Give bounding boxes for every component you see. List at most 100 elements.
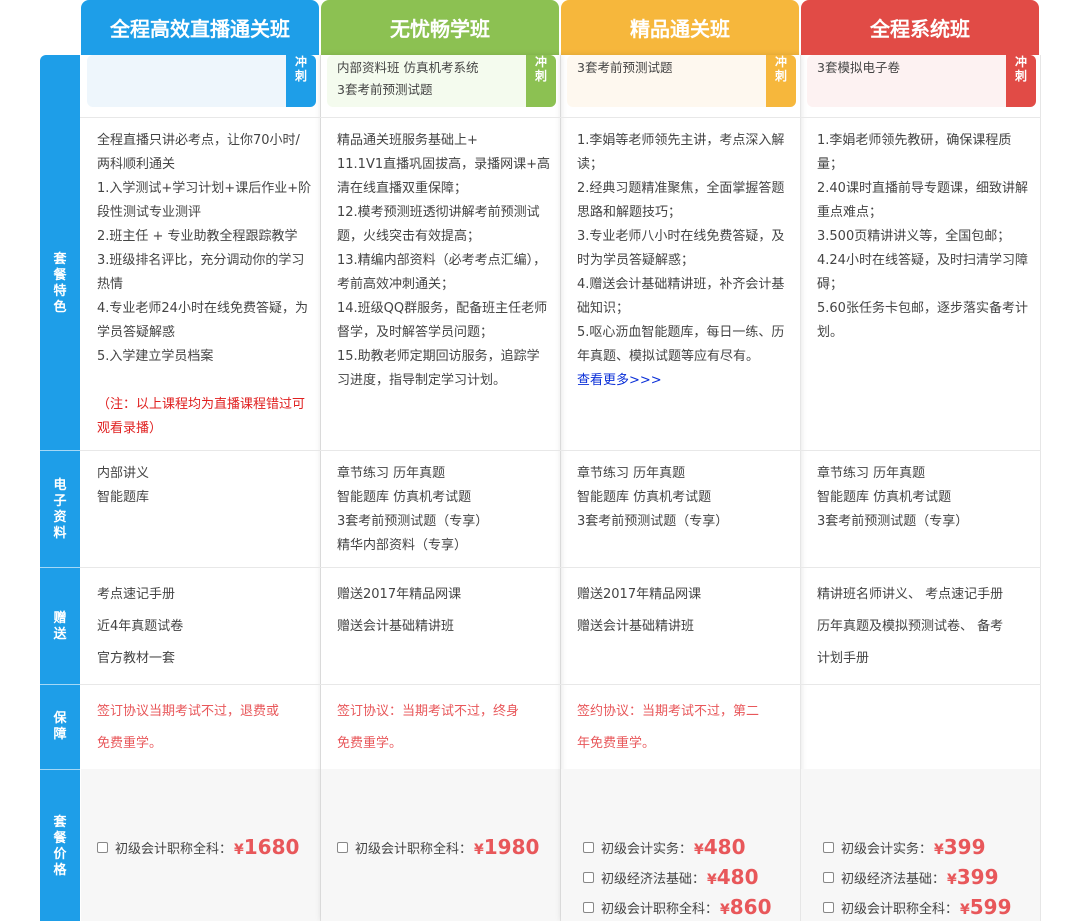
price-value: ¥480 (707, 865, 759, 889)
promo-box: 3套模拟电子卷 冲刺 (807, 55, 1036, 107)
materials-cell: 章节练习 历年真题 智能题库 仿真机考试题 3套考前预测试题（专享） (577, 462, 792, 534)
gift-item: 赠送2017年精品网课 (577, 587, 702, 602)
feature-item: 3.班级排名评比，充分调动你的学习热情 (97, 253, 305, 292)
plan-tab-1[interactable]: 全程高效直播通关班 (81, 0, 319, 55)
price-value: ¥1980 (474, 835, 540, 859)
price-option[interactable]: 初级会计实务： ¥480 (583, 835, 746, 859)
features-cell: 精品通关班服务基础上+ 11.1V1直播巩固拔高，录播网课+高清在线直播双重保障；… (337, 129, 552, 393)
promo-line: 3套考前预测试题 (577, 60, 673, 75)
price-label: 初级会计职称全科： (355, 841, 473, 857)
price-option[interactable]: 初级会计职称全科： ¥1980 (337, 835, 539, 859)
price-checkbox[interactable] (823, 871, 834, 883)
guarantee-text: 年免费重学。 (577, 736, 656, 751)
features-cell: 全程直播只讲必考点，让你70小时/两科顺利通关 1.入学测试+学习计划+课后作业+… (97, 129, 312, 441)
price-value: ¥399 (947, 865, 999, 889)
price-checkbox[interactable] (97, 841, 108, 853)
promo-line: 内部资料班 仿真机考系统 (337, 60, 479, 75)
price-area: 初级会计实务： ¥399 初级经济法基础： ¥399 初级会计职称全科： ¥599 (801, 769, 1040, 921)
price-value: ¥860 (720, 895, 772, 919)
price-option[interactable]: 初级会计职称全科： ¥860 (583, 895, 772, 919)
feature-item: 2.40课时直播前导专题课，细致讲解重点难点； (817, 181, 1028, 220)
price-label: 初级会计职称全科： (841, 901, 959, 917)
see-more-link[interactable]: 查看更多>>> (577, 369, 792, 393)
price-checkbox[interactable] (583, 871, 594, 883)
price-area: 初级会计职称全科： ¥1680 (81, 769, 320, 921)
price-option[interactable]: 初级会计职称全科： ¥1680 (97, 835, 299, 859)
feature-item: 5.60张任务卡包邮，逐步落实备考计划。 (817, 301, 1028, 340)
price-option[interactable]: 初级经济法基础： ¥480 (583, 865, 759, 889)
price-label: 初级会计职称全科： (601, 901, 719, 917)
plan-column-4: 3套模拟电子卷 冲刺 1.李娟老师领先教研，确保课程质量； 2.40课时直播前导专题课… (801, 55, 1041, 921)
gifts-cell: 赠送2017年精品网课 赠送会计基础精讲班 (337, 579, 552, 643)
gift-item: 计划手册 (817, 651, 870, 666)
price-area: 初级会计实务： ¥480 初级经济法基础： ¥480 初级会计职称全科： ¥860 (561, 769, 800, 921)
promo-line: 3套模拟电子卷 (817, 60, 900, 75)
material-item: 精华内部资料（专享） (337, 538, 468, 553)
material-item: 3套考前预测试题（专享） (817, 514, 969, 529)
plan-column-1: 冲刺 全程直播只讲必考点，让你70小时/两科顺利通关 1.入学测试+学习计划+课后作… (81, 55, 321, 921)
guarantee-text: 签约协议：当期考试不过，第二 (577, 704, 760, 719)
plan-tab-3[interactable]: 精品通关班 (561, 0, 799, 55)
gift-item: 精讲班名师讲义、 考点速记手册 (817, 587, 1004, 602)
gifts-cell: 精讲班名师讲义、 考点速记手册 历年真题及模拟预测试卷、 备考 计划手册 (817, 579, 1032, 675)
material-item: 章节练习 历年真题 (337, 466, 446, 481)
feature-item: 11.1V1直播巩固拔高，录播网课+高清在线直播双重保障； (337, 157, 551, 196)
price-value: ¥1680 (234, 835, 300, 859)
feature-item: 4.专业老师24小时在线免费答疑，为学员答疑解惑 (97, 301, 308, 340)
feature-item: 2.班主任 + 专业助教全程跟踪教学 (97, 229, 298, 244)
promo-box: 3套考前预测试题 冲刺 (567, 55, 796, 107)
material-item: 智能题库 (97, 490, 150, 505)
gifts-cell: 考点速记手册 近4年真题试卷 官方教材一套 (97, 579, 312, 675)
price-option[interactable]: 初级会计职称全科： ¥599 (823, 895, 1012, 919)
price-checkbox[interactable] (337, 841, 348, 853)
price-value: ¥599 (960, 895, 1012, 919)
feature-item: 4.赠送会计基础精讲班，补齐会计基础知识； (577, 277, 785, 316)
gift-item: 赠送会计基础精讲班 (577, 619, 695, 634)
gifts-cell: 赠送2017年精品网课 赠送会计基础精讲班 (577, 579, 792, 643)
price-checkbox[interactable] (823, 901, 834, 913)
promo-box: 内部资料班 仿真机考系统 3套考前预测试题 冲刺 (327, 55, 556, 107)
feature-item: 14.班级QQ群服务，配备班主任老师督学，及时解答学员问题； (337, 301, 548, 340)
material-item: 3套考前预测试题（专享） (337, 514, 489, 529)
price-label: 初级会计实务： (841, 841, 933, 857)
price-checkbox[interactable] (583, 901, 594, 913)
material-item: 章节练习 历年真题 (817, 466, 926, 481)
plan-tab-2[interactable]: 无忧畅学班 (321, 0, 559, 55)
row-label-price: 套餐价格 (53, 815, 67, 878)
sprint-badge: 冲刺 (1006, 55, 1036, 107)
price-option[interactable]: 初级会计实务： ¥399 (823, 835, 986, 859)
gift-item: 官方教材一套 (97, 651, 176, 666)
material-item: 智能题库 仿真机考试题 (337, 490, 472, 505)
feature-item: 2.经典习题精准聚焦，全面掌握答题思路和解题技巧； (577, 181, 785, 220)
price-value: ¥480 (694, 835, 746, 859)
price-label: 初级经济法基础： (601, 871, 706, 887)
row-header-sidebar: 套餐特色 电子资料 赠送 保障 套餐价格 (40, 55, 80, 921)
feature-item: 1.入学测试+学习计划+课后作业+阶段性测试专业测评 (97, 181, 312, 220)
sprint-badge: 冲刺 (766, 55, 796, 107)
feature-item: 3.专业老师八小时在线免费答疑，及时为学员答疑解惑； (577, 229, 785, 268)
price-option[interactable]: 初级经济法基础： ¥399 (823, 865, 999, 889)
material-item: 智能题库 仿真机考试题 (577, 490, 712, 505)
price-checkbox[interactable] (823, 841, 834, 853)
guarantee-text: 免费重学。 (337, 736, 403, 751)
gift-item: 考点速记手册 (97, 587, 176, 602)
material-item: 智能题库 仿真机考试题 (817, 490, 952, 505)
gift-item: 近4年真题试卷 (97, 619, 184, 634)
plan-tab-4[interactable]: 全程系统班 (801, 0, 1039, 55)
guarantee-text: 签订协议：当期考试不过，终身 (337, 704, 520, 719)
price-label: 初级经济法基础： (841, 871, 946, 887)
price-checkbox[interactable] (583, 841, 594, 853)
materials-cell: 章节练习 历年真题智能题库 仿真机考试题 3套考前预测试题（专享） 精华内部资料（专… (337, 462, 552, 558)
materials-cell: 内部讲义 智能题库 (97, 462, 312, 510)
material-item: 内部讲义 (97, 466, 150, 481)
features-cell: 1.李娟等老师领先主讲，考点深入解读； 2.经典习题精准聚焦，全面掌握答题思路和解… (577, 129, 792, 393)
row-label-gifts: 赠送 (53, 610, 67, 642)
feature-item: 15.助教老师定期回访服务，追踪学习进度，指导制定学习计划。 (337, 349, 540, 388)
feature-item: 13.精编内部资料（必考考点汇编），考前高效冲刺通关； (337, 253, 547, 292)
price-label: 初级会计实务： (601, 841, 693, 857)
feature-item: 4.24小时在线答疑，及时扫清学习障碍； (817, 253, 1028, 292)
guarantee-cell: 签约协议：当期考试不过，第二 年免费重学。 (577, 696, 792, 760)
course-note: （注：以上课程均为直播课程错过可观看录播） (97, 397, 306, 436)
price-area: 初级会计职称全科： ¥1980 (321, 769, 560, 921)
gift-item: 历年真题及模拟预测试卷、 备考 (817, 619, 1004, 634)
